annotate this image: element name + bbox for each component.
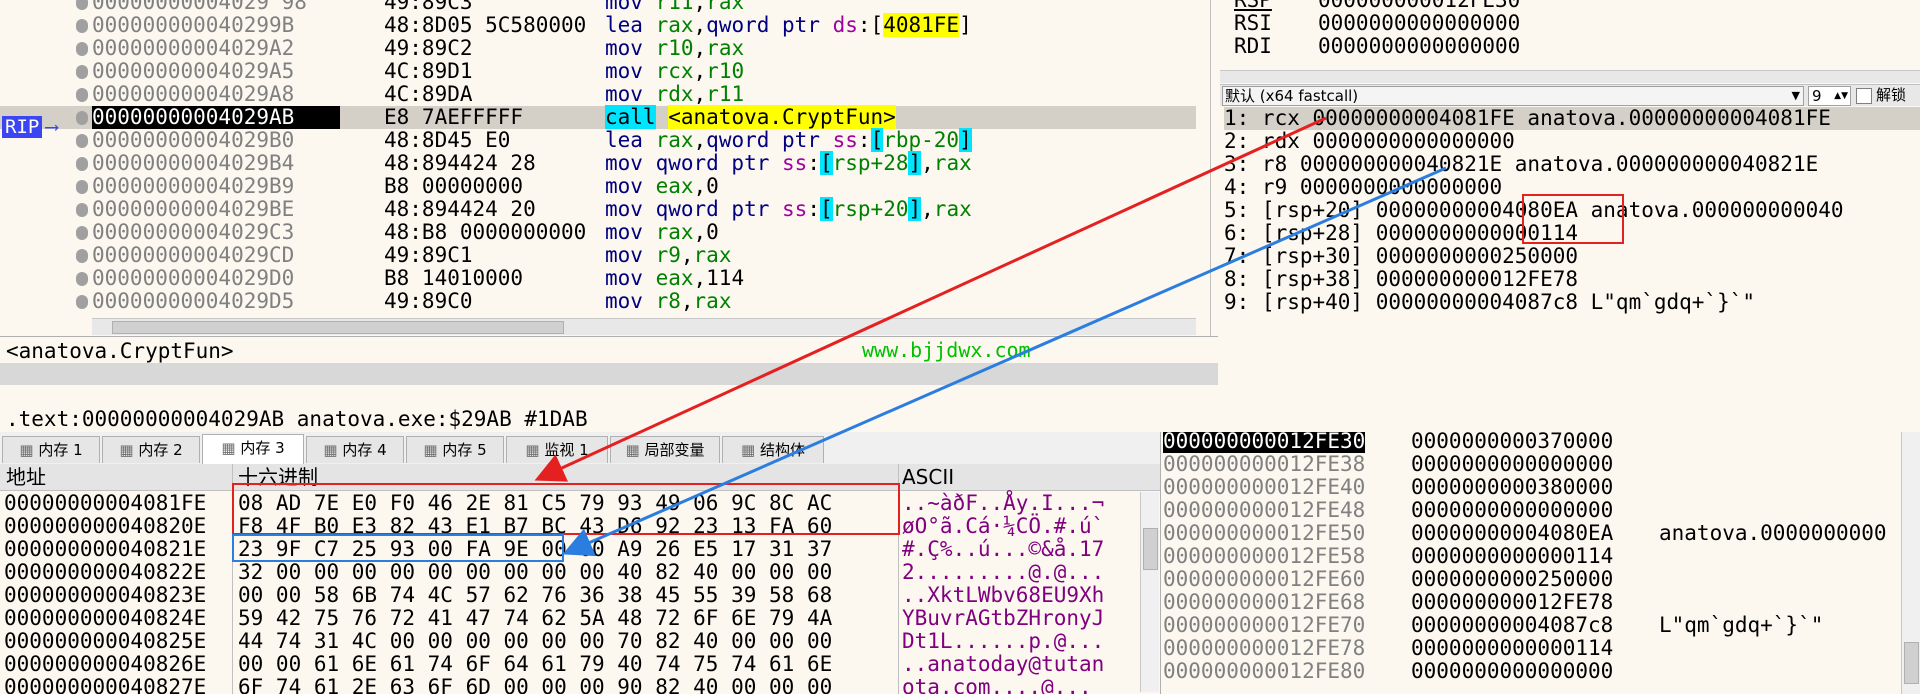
- arrow-rcx-to-dump: [534, 116, 1327, 482]
- arrow-r8-to-dump: [562, 166, 1447, 557]
- annotation-arrows: [534, 116, 1447, 557]
